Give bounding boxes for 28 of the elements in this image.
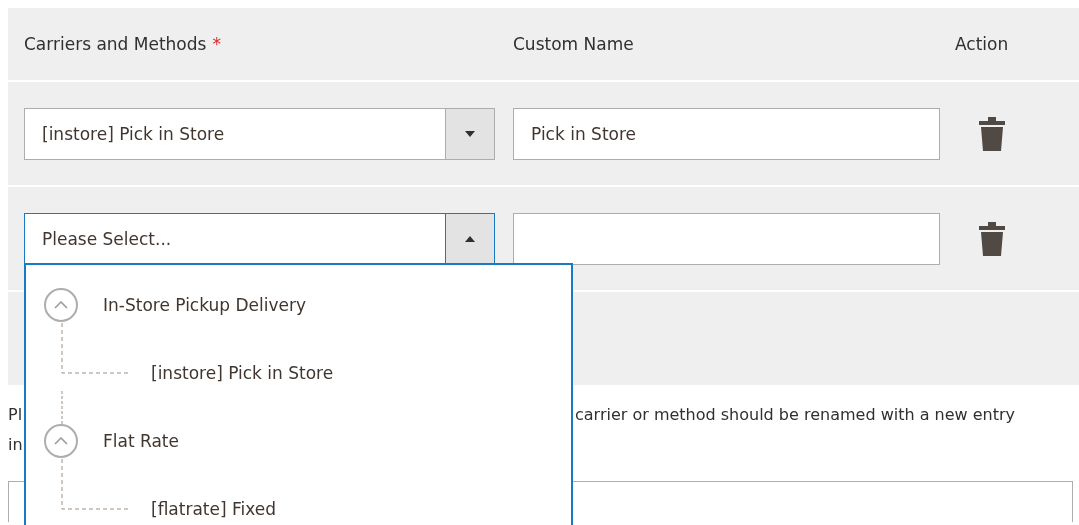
custom-name-field[interactable] xyxy=(513,212,940,265)
carrier-select[interactable]: [instore] Pick in Store xyxy=(24,107,495,160)
delete-icon[interactable] xyxy=(979,116,1005,151)
dropdown-toggle[interactable] xyxy=(445,108,494,159)
tree-connector xyxy=(60,459,130,511)
note-text: carrier or method should be renamed with a new entry xyxy=(575,404,1015,424)
dropdown-toggle[interactable] xyxy=(445,213,494,264)
caret-icon xyxy=(465,130,475,137)
chevron-icon xyxy=(54,301,68,309)
group-label[interactable]: Flat Rate xyxy=(103,431,179,451)
group-label[interactable]: In-Store Pickup Delivery xyxy=(103,295,307,315)
tree-connector xyxy=(60,391,64,425)
custom-name-field[interactable]: Pick in Store xyxy=(513,107,940,160)
column-header: Action xyxy=(955,34,1009,54)
chevron-icon xyxy=(54,437,68,445)
column-header: Carriers and Methods xyxy=(24,34,207,54)
method-option[interactable]: [flatrate] Fixed xyxy=(151,499,277,519)
collapse-toggle[interactable] xyxy=(44,288,78,322)
delete-icon[interactable] xyxy=(979,221,1005,256)
note-text: Pl xyxy=(8,404,23,424)
caret-icon xyxy=(465,235,475,242)
required-mark: * xyxy=(212,34,221,54)
carrier-select[interactable]: Please Select... xyxy=(24,212,495,265)
note-text: in xyxy=(8,434,23,454)
column-header: Custom Name xyxy=(513,34,634,54)
method-option[interactable]: [instore] Pick in Store xyxy=(151,363,334,383)
collapse-toggle[interactable] xyxy=(44,424,78,458)
tree-connector xyxy=(60,323,130,375)
